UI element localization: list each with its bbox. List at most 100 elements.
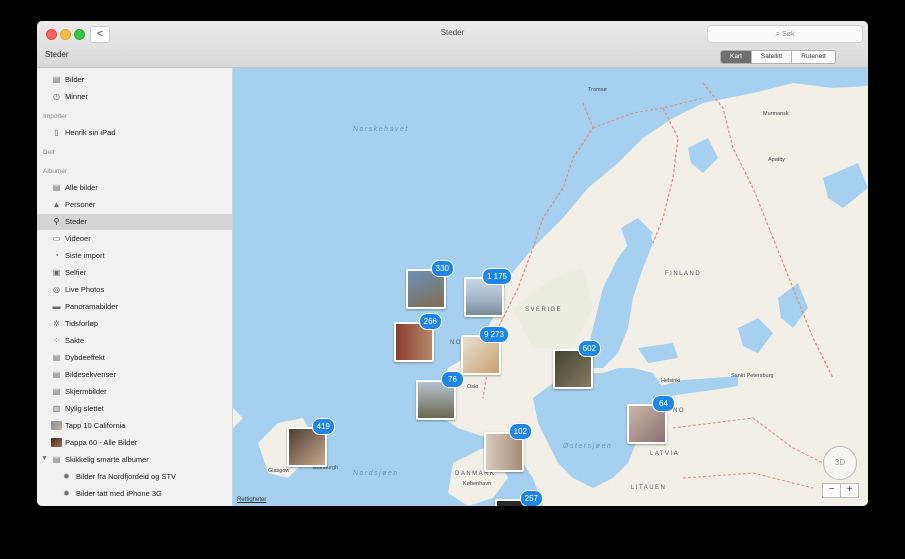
import-heading: Importer bbox=[43, 113, 68, 120]
photo-pin[interactable]: 102 bbox=[484, 423, 532, 472]
map-label-latvia: LATVIA bbox=[650, 451, 680, 457]
sidebar-item-all-photos[interactable]: ▤ Alle bilder bbox=[37, 180, 232, 196]
location-pin-icon: ⚲ bbox=[53, 217, 60, 226]
timelapse-icon: ✲ bbox=[53, 319, 60, 328]
folder-icon: ▤ bbox=[52, 455, 61, 464]
sidebar-item-live-photos[interactable]: ◎ Live Photos bbox=[37, 282, 232, 298]
sidebar-item-timelapse[interactable]: ✲ Tidsforløp bbox=[37, 316, 232, 332]
disclosure-triangle-icon[interactable]: ▼ bbox=[41, 455, 48, 462]
view-mode-control: Kart Satellitt Rutenett bbox=[720, 50, 836, 64]
album-thumbnail-icon bbox=[51, 421, 62, 430]
live-photo-icon: ◎ bbox=[53, 285, 60, 294]
sidebar-item-album-pappa60[interactable]: Pappa 60 - Alle Bilder bbox=[37, 435, 232, 451]
photo-pin[interactable]: 1 175 bbox=[464, 268, 512, 317]
slomo-icon: ⁘ bbox=[53, 336, 60, 345]
photo-count-badge: 266 bbox=[418, 313, 442, 330]
photos-window: < Steder ⌕ Søk Steder Kart Satellitt Rute… bbox=[37, 21, 868, 506]
sidebar-item-memories[interactable]: ◷ Minner bbox=[37, 89, 232, 105]
trash-icon: ▥ bbox=[52, 404, 61, 413]
photo-pin[interactable]: 266 bbox=[394, 313, 442, 362]
search-icon: ⌕ bbox=[775, 29, 781, 38]
clock-icon: ◔ bbox=[54, 251, 59, 260]
person-icon: ▲ bbox=[52, 200, 61, 209]
map-label-sverige: SVERIGE bbox=[525, 307, 563, 313]
sidebar-item-photos[interactable]: ▤ Bilder bbox=[37, 72, 232, 88]
photo-count-badge: 602 bbox=[577, 340, 601, 357]
photo-count-badge: 64 bbox=[652, 395, 675, 412]
sidebar-item-smart-folder[interactable]: ▼ ▤ Skikkelig smarte albumer bbox=[37, 452, 232, 468]
city-label-kobenhavn: København bbox=[463, 481, 492, 487]
sidebar-item-smart-iphone3g[interactable]: ✹ Bilder tatt med iPhone 3G bbox=[37, 486, 232, 502]
screenshot-icon: ▤ bbox=[52, 387, 61, 396]
map-label-ostersjoen: Østersjøen bbox=[563, 443, 613, 450]
photo-pin[interactable]: 419 bbox=[287, 418, 335, 467]
sidebar-item-videos[interactable]: ▭ Videoer bbox=[37, 231, 232, 247]
sidebar-item-album-california[interactable]: Tapp 10 California bbox=[37, 418, 232, 434]
sidebar-item-panoramas[interactable]: ▬ Panoramabilder bbox=[37, 299, 232, 315]
photo-count-badge: 330 bbox=[430, 260, 454, 277]
city-label-glasgow: Glasgow bbox=[268, 468, 290, 474]
sidebar-item-screenshots[interactable]: ▤ Skjermbilder bbox=[37, 384, 232, 400]
city-label-oslo: Oslo bbox=[467, 384, 479, 390]
panorama-icon: ▬ bbox=[52, 302, 61, 311]
view-mode-satellite[interactable]: Satellitt bbox=[750, 51, 791, 63]
smart-album-gear-icon: ✹ bbox=[63, 472, 70, 481]
album-thumbnail-icon bbox=[51, 438, 62, 447]
photo-count-badge: 419 bbox=[311, 418, 335, 435]
map-label-nordsjoen: Nordsjøen bbox=[353, 470, 399, 477]
sidebar-item-recently-deleted[interactable]: ▥ Nylig slettet bbox=[37, 401, 232, 417]
compass-icon: 3D bbox=[834, 458, 846, 467]
city-label-helsinki: Helsinki bbox=[661, 378, 681, 384]
view-mode-grid[interactable]: Rutenett bbox=[791, 51, 835, 63]
sidebar-item-depth[interactable]: ▤ Dybdeeffekt bbox=[37, 350, 232, 366]
zoom-out-button[interactable]: − bbox=[822, 483, 841, 498]
titlebar: < Steder ⌕ Søk Steder Kart Satellitt Rute… bbox=[37, 21, 868, 68]
burst-icon: ▤ bbox=[52, 370, 61, 379]
photo-pin[interactable]: 330 bbox=[406, 260, 454, 309]
map-label-litauen: LITAUEN bbox=[631, 485, 667, 491]
search-placeholder: Søk bbox=[782, 31, 795, 38]
photo-pin[interactable]: 602 bbox=[553, 340, 601, 389]
map-label-finland: FINLAND bbox=[665, 271, 702, 277]
map-view[interactable]: Norskehavet Nordsjøen Østersjøen SVERIGE… bbox=[233, 68, 868, 506]
sidebar-item-ipad[interactable]: ▯ Henrik sin iPad bbox=[37, 125, 232, 141]
plus-icon: + bbox=[846, 484, 853, 495]
section-title: Steder bbox=[45, 50, 69, 59]
photo-pin[interactable]: 64 bbox=[627, 395, 675, 444]
selfie-icon: ▣ bbox=[52, 268, 61, 277]
city-label-tromso: Tromsø bbox=[588, 87, 607, 93]
legal-link[interactable]: Rettigheter bbox=[237, 497, 266, 503]
photo-count-badge: 102 bbox=[508, 423, 532, 440]
sidebar-item-smart-nordfjordeid[interactable]: ✹ Bilder fra Nordfjordeid og STV bbox=[37, 469, 232, 485]
sidebar-item-selfies[interactable]: ▣ Selfier bbox=[37, 265, 232, 281]
zoom-in-button[interactable]: + bbox=[840, 483, 859, 498]
photo-pin[interactable]: 257 bbox=[495, 490, 543, 506]
ipad-icon: ▯ bbox=[54, 128, 59, 137]
albums-heading: Albumer bbox=[43, 168, 68, 175]
sidebar-item-last-import[interactable]: ◔ Siste import bbox=[37, 248, 232, 264]
compass-3d-button[interactable]: 3D bbox=[823, 446, 857, 480]
view-mode-map[interactable]: Kart bbox=[721, 51, 751, 63]
minus-icon: − bbox=[828, 484, 835, 495]
sidebar-item-bursts[interactable]: ▤ Bildesekvenser bbox=[37, 367, 232, 383]
map-label-estonia: NO bbox=[673, 408, 685, 414]
photo-count-badge: 9 273 bbox=[478, 326, 509, 343]
memories-icon: ◷ bbox=[53, 92, 60, 101]
video-icon: ▭ bbox=[52, 234, 61, 243]
sidebar-item-slomo[interactable]: ⁘ Sakte bbox=[37, 333, 232, 349]
map-label-norskehavet: Norskehavet bbox=[353, 126, 409, 133]
sidebar-item-places[interactable]: ⚲ Steder bbox=[37, 214, 232, 230]
photo-pin[interactable]: 76 bbox=[416, 371, 464, 420]
photo-pin[interactable]: 9 273 bbox=[461, 326, 509, 375]
city-label-murmansk: Murmansk bbox=[763, 111, 789, 117]
smart-album-gear-icon: ✹ bbox=[63, 489, 70, 498]
map-land bbox=[233, 82, 868, 506]
shared-heading: Delt bbox=[43, 149, 55, 156]
photo-count-badge: 76 bbox=[441, 371, 464, 388]
photo-count-badge: 1 175 bbox=[481, 268, 512, 285]
city-label-st-petersburg: Sankt Petersburg bbox=[731, 373, 774, 379]
photo-count-badge: 257 bbox=[519, 490, 543, 506]
sidebar-item-people[interactable]: ▲ Personer bbox=[37, 197, 232, 213]
city-label-apatity: Apatity bbox=[768, 157, 785, 163]
search-field[interactable]: ⌕ Søk bbox=[707, 25, 863, 43]
